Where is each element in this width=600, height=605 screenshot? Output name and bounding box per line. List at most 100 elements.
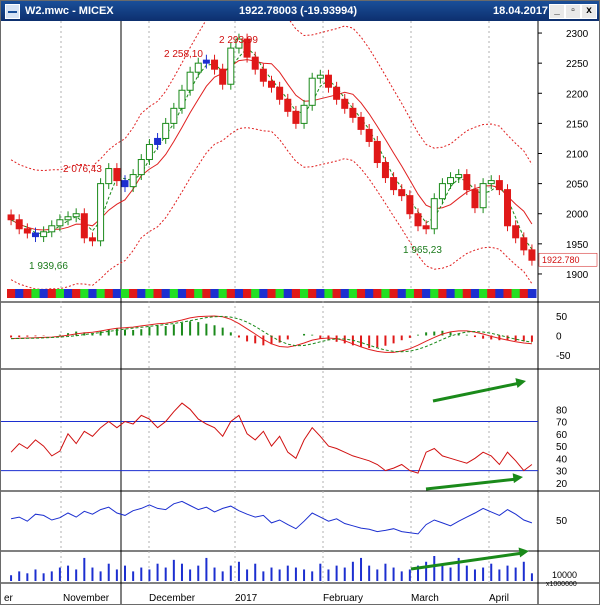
price-tick-label: 2300 [566,29,589,40]
color-strip-cell [381,289,391,298]
color-strip-cell [373,289,382,298]
macd-trend-arrow-head [515,378,526,388]
volume-tick-label: 10000 [552,570,577,580]
macd-tick-label: -50 [556,351,571,362]
price-tick-label: 2100 [566,150,589,161]
candle [349,107,357,118]
macd-tick-label: 0 [556,332,562,343]
window-title: W2.mwc - MICEX [25,5,114,17]
candle [438,183,446,200]
color-strip-cell [55,289,65,298]
oscillator-tick-label: 50 [556,442,568,453]
candle [170,107,178,124]
candle [259,68,267,82]
color-strip-cell [177,289,187,298]
candle [154,137,162,145]
color-strip-cell [332,289,342,298]
candle [398,189,406,197]
volume-unit-label: x1000000 [546,581,577,588]
color-strip-cell [153,289,163,298]
color-strip-cell [487,289,496,298]
color-strip-cell [23,289,32,298]
candle [88,237,96,242]
color-strip-cell [169,289,179,298]
color-strip-cell [39,289,49,298]
color-strip-cell [316,289,325,298]
candle [105,168,113,185]
color-strip-cell [267,289,277,298]
restore-button[interactable]: ▫ [565,4,581,19]
chart-window: W2.mwc - MICEX 1922.78003 (-19.93994) 18… [0,0,600,605]
price-annotation: 2 293,99 [219,35,258,46]
minimize-button[interactable]: _ [549,4,565,19]
color-strip-cell [47,289,57,298]
macd-average-line [11,315,532,353]
candle [129,174,137,188]
color-strip-cell [495,289,504,298]
close-button[interactable]: x [581,4,597,19]
candle [121,180,129,188]
color-strip-cell [137,289,146,298]
color-strip-cell [519,289,529,298]
title-bar[interactable]: W2.mwc - MICEX 1922.78003 (-19.93994) 18… [1,1,599,21]
color-strip-cell [527,289,537,298]
date-readout: 18.04.2017 [493,5,549,17]
color-strip-cell [226,289,236,298]
price-annotation: 2 076,43 [63,164,102,175]
oscillator-tick-label: 60 [556,430,568,441]
oscillator-1-trend-arrow-head [512,473,523,484]
color-strip-cell [194,289,203,298]
color-strip-cell [511,289,521,298]
candle [341,98,349,109]
candle [137,159,145,176]
color-strip-cell [430,289,439,298]
price-tick-label: 1900 [566,270,589,281]
candle [487,180,495,185]
color-strip-cell [129,289,138,298]
candle [512,225,520,239]
candle [145,143,153,161]
oscillator-1-line [10,402,533,474]
candle [113,168,121,182]
price-tick-label: 1950 [566,240,589,251]
color-strip-cell [422,289,431,298]
color-strip-cell [104,289,114,298]
color-strip-cell [438,289,447,298]
candle [520,237,528,251]
x-axis-label: March [411,593,439,604]
price-annotation: 1 965,23 [403,245,442,256]
candle [357,116,365,130]
oscillator-2-line [10,500,533,535]
candle [80,213,88,239]
candle [162,122,170,139]
candle [455,174,463,179]
color-strip-cell [15,289,24,298]
candle [471,189,479,209]
color-strip-cell [397,289,407,298]
oscillator-tick-label: 80 [556,405,568,416]
x-axis-label: November [63,593,110,604]
color-strip-cell [96,289,106,298]
oscillator-2-trend-arrow-head [518,547,529,558]
candle [56,219,64,227]
window-menu-icon[interactable] [5,4,20,19]
candle [219,68,227,85]
color-strip-cell [348,289,358,298]
candle [463,174,471,191]
candle [284,98,292,112]
chart-area[interactable]: 2300225022002150210020502000195019002 25… [1,21,599,604]
candle [23,228,31,234]
candle [15,219,23,230]
color-strip-cell [275,289,285,298]
macd-tick-label: 50 [556,312,568,323]
macd-trend-arrow [432,381,521,403]
candle [292,110,300,124]
color-strip-cell [405,289,415,298]
candle [373,140,381,164]
candle [495,180,503,191]
candle [31,232,39,238]
price-readout: 1922.78003 (-19.93994) [239,5,358,17]
oscillator-tick-label: 70 [556,418,568,429]
color-strip-cell [161,289,171,298]
price-annotation: 1 939,66 [29,261,68,272]
